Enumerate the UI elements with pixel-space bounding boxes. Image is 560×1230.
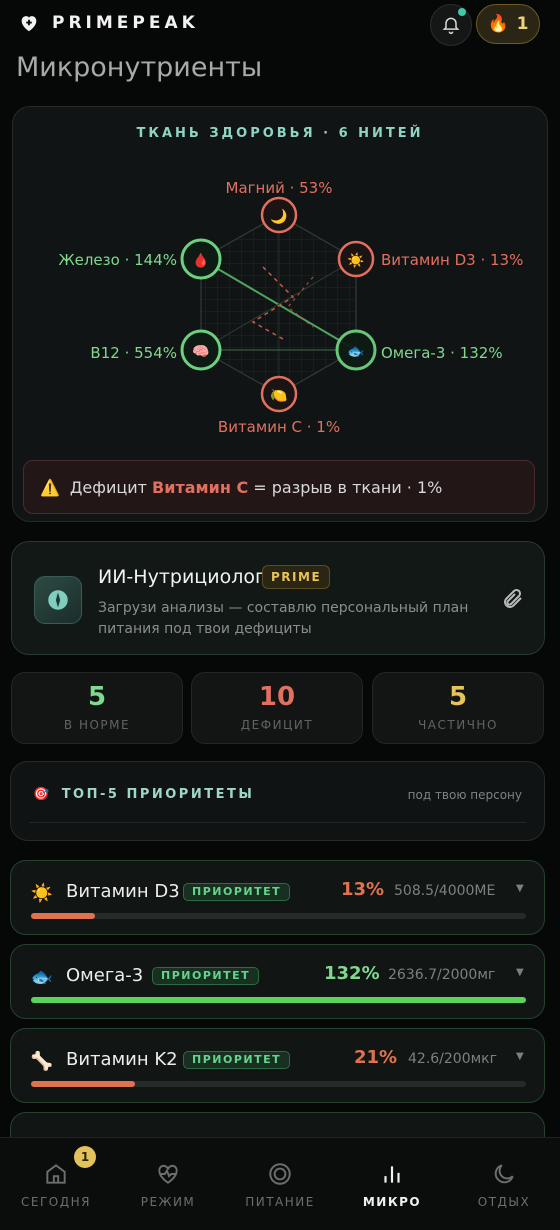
warning-icon: ⚠️ (40, 477, 60, 497)
stat-normal-value: 5 (87, 682, 107, 712)
chevron-down-icon[interactable]: ▼ (516, 967, 524, 978)
stat-deficit-label: ДЕФИЦИТ (240, 718, 314, 732)
label-vitamin-d3: Витамин D3 · 13% (381, 251, 523, 269)
top5-title-row: 🎯 ТОП-5 ПРИОРИТЕТЫ (33, 787, 254, 802)
nav-label: СЕГОДНЯ (21, 1195, 91, 1209)
nav-label: ПИТАНИЕ (245, 1195, 315, 1209)
node-vitamin-c[interactable]: 🍋 (260, 375, 298, 413)
sun-icon: ☀️ (347, 251, 365, 269)
brain-icon: 🧠 (192, 344, 209, 360)
paperclip-icon[interactable] (501, 587, 525, 611)
divider (29, 822, 526, 823)
brand: PRIMEPEAK (18, 12, 199, 34)
nutrient-amount: 2636.7/2000мг (388, 967, 496, 983)
ai-description: Загрузи анализы — составлю персональный … (98, 600, 469, 637)
top5-card: 🎯 ТОП-5 ПРИОРИТЕТЫ под твою персону (10, 761, 545, 841)
bottom-nav: 1 СЕГОДНЯ РЕЖИМ ПИТАНИЕ МИКРО ОТДЫХ (0, 1137, 560, 1230)
nav-today[interactable]: 1 СЕГОДНЯ (0, 1138, 112, 1230)
deficit-alert: ⚠️ Дефицит Витамин C = разрыв в ткани · … (23, 460, 535, 514)
chevron-down-icon[interactable]: ▼ (516, 883, 524, 894)
nav-nutrition[interactable]: ПИТАНИЕ (224, 1138, 336, 1230)
stat-deficit: 10 ДЕФИЦИТ (191, 672, 363, 744)
top5-title: ТОП-5 ПРИОРИТЕТЫ (61, 787, 255, 802)
bell-icon (442, 17, 460, 35)
label-magnesium: Магний · 53% (226, 179, 333, 197)
moon-icon: 🌙 (270, 208, 287, 225)
label-omega-3: Омега-3 · 132% (381, 344, 503, 362)
stat-normal-label: В НОРМЕ (63, 718, 131, 732)
fire-icon: 🔥 (487, 14, 509, 34)
top5-subtitle: под твою персону (407, 788, 522, 802)
sparkle-gem-icon (34, 576, 82, 624)
prime-badge: PRIME (262, 565, 331, 589)
node-magnesium[interactable]: 🌙 (260, 196, 298, 234)
nav-label: МИКРО (362, 1195, 422, 1209)
progress-track (31, 997, 526, 1003)
nutrient-amount: 42.6/200мкг (408, 1051, 497, 1067)
nutrient-percent: 132% (324, 963, 380, 984)
notifications-button[interactable] (430, 4, 472, 46)
stat-partial-value: 5 (448, 682, 468, 712)
alert-text: Дефицит Витамин C = разрыв в ткани · 1% (69, 477, 443, 497)
fish-icon: 🐟 (30, 967, 54, 988)
progress-fill (31, 1081, 135, 1087)
page-title: Микронутриенты (16, 52, 263, 83)
bars-icon (384, 1166, 400, 1183)
node-vitamin-d3[interactable]: ☀️ (337, 240, 375, 278)
bone-icon: 🦴 (30, 1051, 54, 1072)
heart-plus-icon (21, 16, 37, 32)
nutrient-percent: 13% (341, 879, 385, 900)
heart-pulse-icon (158, 1164, 178, 1184)
stat-normal: 5 В НОРМЕ (11, 672, 183, 744)
stat-partial-label: ЧАСТИЧНО (418, 718, 498, 732)
lemon-icon: 🍋 (270, 388, 287, 404)
drop-icon: 🩸 (192, 252, 209, 269)
progress-track (31, 913, 526, 919)
ai-nutritionist-card[interactable]: ИИ-Нутрициолог PRIME Загрузи анализы — с… (11, 541, 545, 655)
stat-deficit-value: 10 (258, 682, 296, 712)
app-name: PRIMEPEAK (52, 13, 199, 33)
fish-icon: 🐟 (347, 344, 364, 360)
nutrient-row[interactable]: 🐟 Омега-3 ПРИОРИТЕТ 132% 2636.7/2000мг ▼ (10, 944, 545, 1019)
progress-fill (31, 997, 526, 1003)
notification-dot (458, 8, 466, 16)
health-fabric-card: ТКАНЬ ЗДОРОВЬЯ · 6 НИТЕЙ 🌙 ☀️ 🐟 🍋 🧠 🩸 Ма… (12, 106, 548, 522)
nav-rest[interactable]: ОТДЫХ (448, 1138, 560, 1230)
node-omega-3[interactable]: 🐟 (335, 329, 377, 371)
priority-badge: ПРИОРИТЕТ (152, 967, 260, 985)
streak-button[interactable]: 🔥 1 (476, 4, 540, 44)
nutrient-name: Витамин D3 (66, 881, 180, 902)
progress-track (31, 1081, 526, 1087)
progress-fill (31, 913, 96, 919)
priority-badge: ПРИОРИТЕТ (183, 883, 291, 901)
sun-icon: ☀️ (30, 883, 54, 904)
target-icon (269, 1163, 291, 1185)
nav-micro[interactable]: МИКРО (336, 1138, 448, 1230)
label-b12: B12 · 554% (90, 344, 177, 362)
label-iron: Железо · 144% (58, 251, 177, 269)
stat-partial: 5 ЧАСТИЧНО (372, 672, 544, 744)
nutrient-row[interactable]: 🦴 Витамин K2 ПРИОРИТЕТ 21% 42.6/200мкг ▼ (10, 1028, 545, 1103)
label-vitamin-c: Витамин C · 1% (218, 418, 340, 436)
nutrient-name: Омега-3 (66, 965, 144, 986)
nav-mode[interactable]: РЕЖИМ (112, 1138, 224, 1230)
node-iron[interactable]: 🩸 (180, 238, 222, 280)
nutrient-amount: 508.5/4000МЕ (394, 883, 496, 899)
nav-badge: 1 (74, 1146, 96, 1168)
nutrient-name: Витамин K2 (66, 1049, 178, 1070)
nutrient-percent: 21% (354, 1047, 398, 1068)
node-b12[interactable]: 🧠 (180, 329, 222, 371)
priority-badge: ПРИОРИТЕТ (183, 1051, 291, 1069)
home-icon (46, 1164, 66, 1184)
chevron-down-icon[interactable]: ▼ (516, 1051, 524, 1062)
target-icon: 🎯 (33, 787, 52, 802)
moon-icon (494, 1164, 514, 1184)
streak-count: 1 (516, 14, 529, 34)
alert-highlight: Витамин C (152, 477, 249, 497)
nav-label: ОТДЫХ (477, 1195, 531, 1209)
nutrient-row[interactable]: ☀️ Витамин D3 ПРИОРИТЕТ 13% 508.5/4000МЕ… (10, 860, 545, 935)
app-header: PRIMEPEAK 🔥 1 (0, 0, 560, 50)
nav-label: РЕЖИМ (140, 1195, 196, 1209)
ai-title: ИИ-Нутрициолог (98, 566, 265, 588)
